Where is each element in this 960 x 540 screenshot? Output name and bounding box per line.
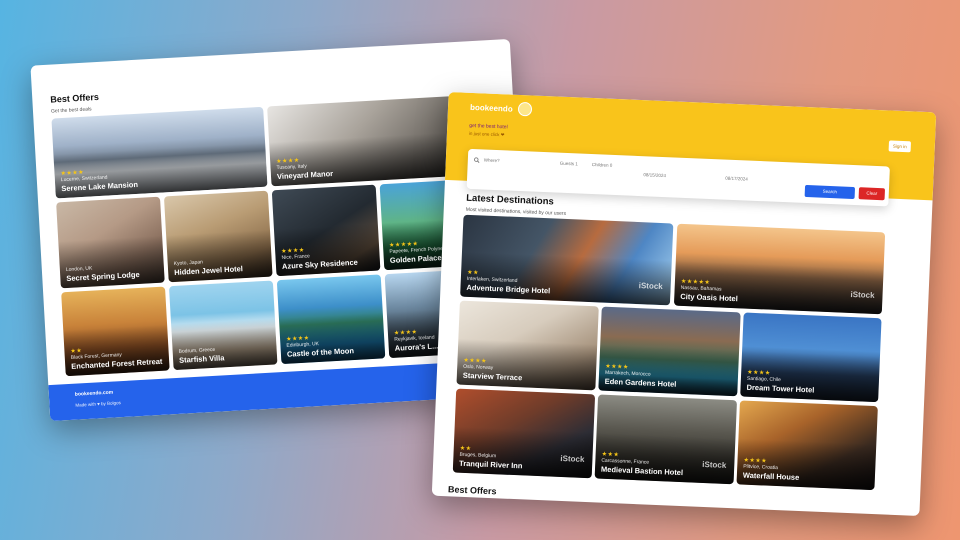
hotel-card[interactable]: ★★★★ Plitvice, Croatia Waterfall House	[736, 400, 878, 491]
hotel-card[interactable]: ★★★★ Edinburgh, UK Castle of the Moon	[276, 274, 386, 365]
hotel-card[interactable]: ★★★★ Oslo, Norway Starview Terrace	[456, 300, 599, 391]
sign-in-button[interactable]: Sign in	[888, 140, 912, 153]
hotel-card[interactable]: Bodrum, Greece Starfish Villa	[168, 280, 278, 371]
hotel-card[interactable]: Kyoto, Japan Hidden Jewel Hotel	[163, 190, 273, 283]
hotel-card[interactable]: iStock ★★ Bruges, Belgium Tranquil River I…	[452, 388, 596, 479]
checkout-field[interactable]: 08/17/2024	[725, 176, 748, 182]
site-logo[interactable]: bookeendo	[470, 103, 513, 114]
tagline: get the best hotel	[469, 122, 508, 131]
hotel-card[interactable]: ★★★★ Santiago, Chile Dream Tower Hotel	[740, 312, 882, 403]
children-field[interactable]: Children 0	[592, 162, 613, 168]
hotel-card[interactable]: iStock ★★★ Carcassonne, France Medieval Ba…	[594, 394, 738, 485]
hotel-card[interactable]: ★★★★ Lucerne, Switzerland Serene Lake Mans…	[51, 106, 268, 199]
hotel-card[interactable]: ★★★★ Marrakech, Morocco Eden Gardens Hotel	[598, 306, 741, 397]
tagline-secondary: in just one click ❤	[468, 130, 505, 138]
footer-brand[interactable]: bookeendo.com	[75, 390, 114, 398]
page-title: Best Offers	[50, 91, 100, 105]
best-offers-heading: Best Offers	[447, 484, 497, 497]
latest-destinations-window: bookeendo get the best hotel in just one…	[431, 91, 937, 517]
logo-icon	[517, 101, 533, 117]
hotel-card[interactable]: iStock ★★ Interlaken, Switzerland Adventur…	[460, 214, 674, 306]
search-button[interactable]: Search	[804, 184, 856, 200]
hotel-card[interactable]: iStock ★★★★★ Nassau, Bahamas City Oasis Ho…	[673, 223, 886, 315]
guests-field[interactable]: Guests 1	[560, 161, 578, 167]
search-icon	[474, 157, 480, 163]
destination-input[interactable]: Where?	[484, 157, 500, 163]
page-subtitle: Get the best deals	[50, 106, 92, 115]
hotel-card[interactable]: ★★★★ Nice, France Azure Sky Residence	[271, 184, 381, 277]
hotel-card[interactable]: ★★ Black Forest, Germany Enchanted Forest …	[61, 286, 170, 377]
checkin-field[interactable]: 08/15/2024	[643, 172, 666, 178]
hotel-card[interactable]: London, UK Secret Spring Lodge	[56, 196, 165, 289]
footer-credit: Made with ♥ by Bolgos	[75, 400, 121, 408]
clear-button[interactable]: Clear	[858, 187, 886, 201]
section-title: Latest Destinations	[466, 192, 555, 208]
